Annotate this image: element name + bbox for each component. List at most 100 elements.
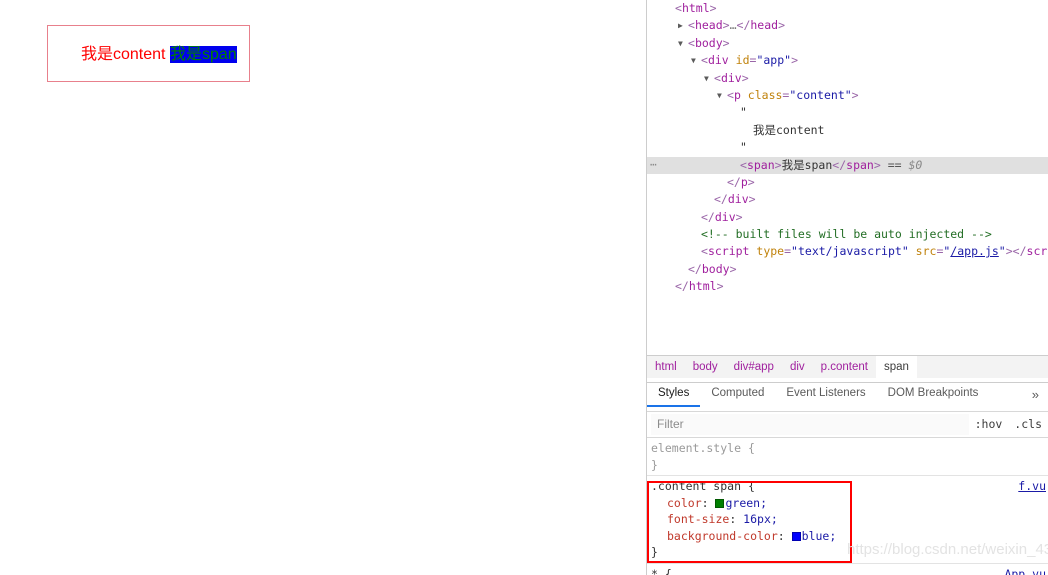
filter-input[interactable] — [651, 413, 969, 435]
chevron-down-icon[interactable]: ▼ — [678, 35, 688, 52]
dom-node-content: ▶ <head>…</head> — [678, 18, 785, 32]
dom-node-row[interactable]: ▶ <head>…</head> — [647, 17, 1048, 34]
hov-button[interactable]: :hov — [969, 417, 1009, 431]
element-style-selector[interactable]: element.style — [651, 441, 741, 455]
css-colon: : — [701, 495, 716, 510]
dom-node-row[interactable]: ▼ <body> — [647, 35, 1048, 52]
breadcrumb-item-html[interactable]: html — [647, 356, 685, 378]
content-span-open-brace: { — [747, 479, 755, 493]
dom-token-tag: p — [740, 174, 748, 189]
css-property-value[interactable]: green; — [725, 496, 767, 510]
cls-button[interactable]: .cls — [1008, 417, 1048, 431]
dom-node-row[interactable]: ▼ <div id="app"> — [647, 52, 1048, 69]
next-rule-source-link[interactable]: App.vu — [1004, 566, 1046, 575]
chevron-down-icon[interactable]: ▼ — [704, 70, 714, 87]
dom-token-txt: " — [740, 105, 747, 120]
next-rule-selector[interactable]: * { — [651, 567, 672, 575]
dom-node-content: <!-- built files will be auto injected -… — [691, 227, 992, 241]
dom-node-row[interactable]: </div> — [647, 209, 1048, 226]
css-declaration[interactable]: font-size: 16px; — [651, 511, 1048, 528]
tab-computed[interactable]: Computed — [700, 382, 775, 405]
dom-node-content: </html> — [665, 279, 724, 293]
chevron-down-icon[interactable]: ▼ — [717, 87, 727, 104]
content-span-close-brace: } — [651, 545, 658, 559]
dom-node-row[interactable]: <html> — [647, 0, 1048, 17]
breadcrumb-item-p-content[interactable]: p.content — [813, 356, 876, 378]
styles-pane[interactable]: element.style { } .content span { f.vu c… — [647, 437, 1048, 575]
styles-filter-bar[interactable]: :hov .cls — [647, 411, 1048, 436]
dom-token-tag: body — [701, 261, 730, 276]
dom-tree[interactable]: <html> ▶ <head>…</head> ▼ <body> ▼ <div id="ap… — [647, 0, 1048, 352]
dom-token-dollar: $0 — [908, 157, 923, 172]
dom-node-row[interactable]: ▼ <div> — [647, 70, 1048, 87]
css-declaration[interactable]: color: green; — [651, 495, 1048, 512]
dom-token-ellip: … — [729, 18, 737, 33]
dom-node-row[interactable]: 我是content — [647, 122, 1048, 139]
dom-node-content: " — [730, 105, 747, 119]
css-property-name[interactable]: color — [667, 496, 702, 510]
dom-token-tag: span — [746, 157, 775, 172]
tab-styles[interactable]: Styles — [647, 382, 701, 407]
dom-node-row[interactable]: </div> — [647, 191, 1048, 208]
dom-token-tag: html — [688, 279, 717, 294]
dom-token-punct: </ — [736, 18, 751, 33]
breadcrumb[interactable]: html body div#app div p.content span — [647, 355, 1048, 378]
dom-token-tag: span — [846, 157, 874, 172]
dom-node-row[interactable]: </html> — [647, 278, 1048, 295]
devtools-panel: <html> ▶ <head>…</head> ▼ <body> ▼ <div id="ap… — [647, 0, 1048, 575]
content-span-selector[interactable]: .content span — [651, 479, 741, 493]
dom-node-row[interactable]: ⋯ <span>我是span</span> == $0 — [647, 156, 1048, 174]
dom-token-punct: </ — [727, 174, 741, 189]
spacer-icon — [717, 174, 727, 191]
css-property-value[interactable]: 16px; — [743, 512, 778, 526]
element-style-open-brace: { — [747, 441, 755, 455]
dom-token-punct: > — [722, 35, 730, 50]
css-declaration[interactable]: background-color: blue; — [651, 528, 1048, 545]
dom-token-punct: < — [701, 53, 708, 68]
dom-token-attrval: "app" — [756, 53, 792, 68]
breadcrumb-item-div[interactable]: div — [782, 356, 813, 378]
dom-node-row[interactable]: <script type="text/javascript" src="/app… — [647, 243, 1048, 260]
chevron-right-icon[interactable]: ▶ — [678, 17, 688, 34]
dom-token-tag: div — [714, 209, 736, 224]
chevron-down-icon[interactable]: ▼ — [691, 52, 701, 69]
dom-token-link[interactable]: /app.js — [950, 244, 998, 258]
node-ellipsis-icon[interactable]: ⋯ — [650, 156, 658, 173]
content-span-close-line: } — [651, 544, 1048, 561]
devtools-tabbar[interactable]: Styles Computed Event Listeners DOM Breakpo… — [647, 382, 1048, 407]
dom-node-content: ▼ <body> — [678, 36, 730, 50]
tab-overflow-icon[interactable]: » — [1023, 387, 1048, 402]
breadcrumb-item-body[interactable]: body — [685, 356, 726, 378]
dom-token-punct: < — [701, 244, 708, 259]
dom-node-row[interactable]: </body> — [647, 261, 1048, 278]
stylesheet-source-link[interactable]: f.vu — [1018, 478, 1046, 495]
css-property-name[interactable]: font-size — [667, 512, 729, 526]
dom-token-punct: > — [774, 157, 782, 172]
dom-node-row[interactable]: </p> — [647, 174, 1048, 191]
dom-token-eqeq: == — [880, 157, 909, 172]
content-span-rule[interactable]: .content span { f.vu color: green; font-s… — [647, 476, 1048, 564]
tab-dom-breakpoints[interactable]: DOM Breakpoints — [877, 382, 990, 405]
breadcrumb-item-div-app[interactable]: div#app — [726, 356, 782, 378]
dom-token-tag: div — [720, 70, 742, 85]
css-property-name[interactable]: background-color — [667, 529, 778, 543]
dom-node-row[interactable]: " — [647, 139, 1048, 156]
element-style-rule[interactable]: element.style { } — [647, 438, 1048, 476]
next-rule[interactable]: * { App.vu — [647, 564, 1048, 575]
content-paragraph: 我是content 我是span — [81, 44, 237, 66]
dom-token-punct: > — [748, 192, 756, 207]
color-swatch-icon[interactable] — [715, 498, 725, 508]
dom-node-row[interactable]: <!-- built files will be auto injected -… — [647, 226, 1048, 243]
color-swatch-icon[interactable] — [791, 531, 801, 541]
dom-node-row[interactable]: " — [647, 104, 1048, 121]
dom-node-content: <script type="text/javascript" src="/app… — [691, 244, 1047, 258]
dom-token-punct: > — [747, 174, 755, 189]
dom-token-tag: head — [750, 18, 779, 33]
dom-token-punct: < — [688, 18, 695, 33]
breadcrumb-item-span[interactable]: span — [876, 356, 917, 378]
css-property-value[interactable]: blue; — [802, 529, 837, 543]
highlighted-span: 我是span — [169, 46, 237, 63]
dom-node-row[interactable]: ▼ <p class="content"> — [647, 87, 1048, 104]
dom-token-punct: > — [778, 18, 786, 33]
tab-event-listeners[interactable]: Event Listeners — [775, 382, 876, 405]
